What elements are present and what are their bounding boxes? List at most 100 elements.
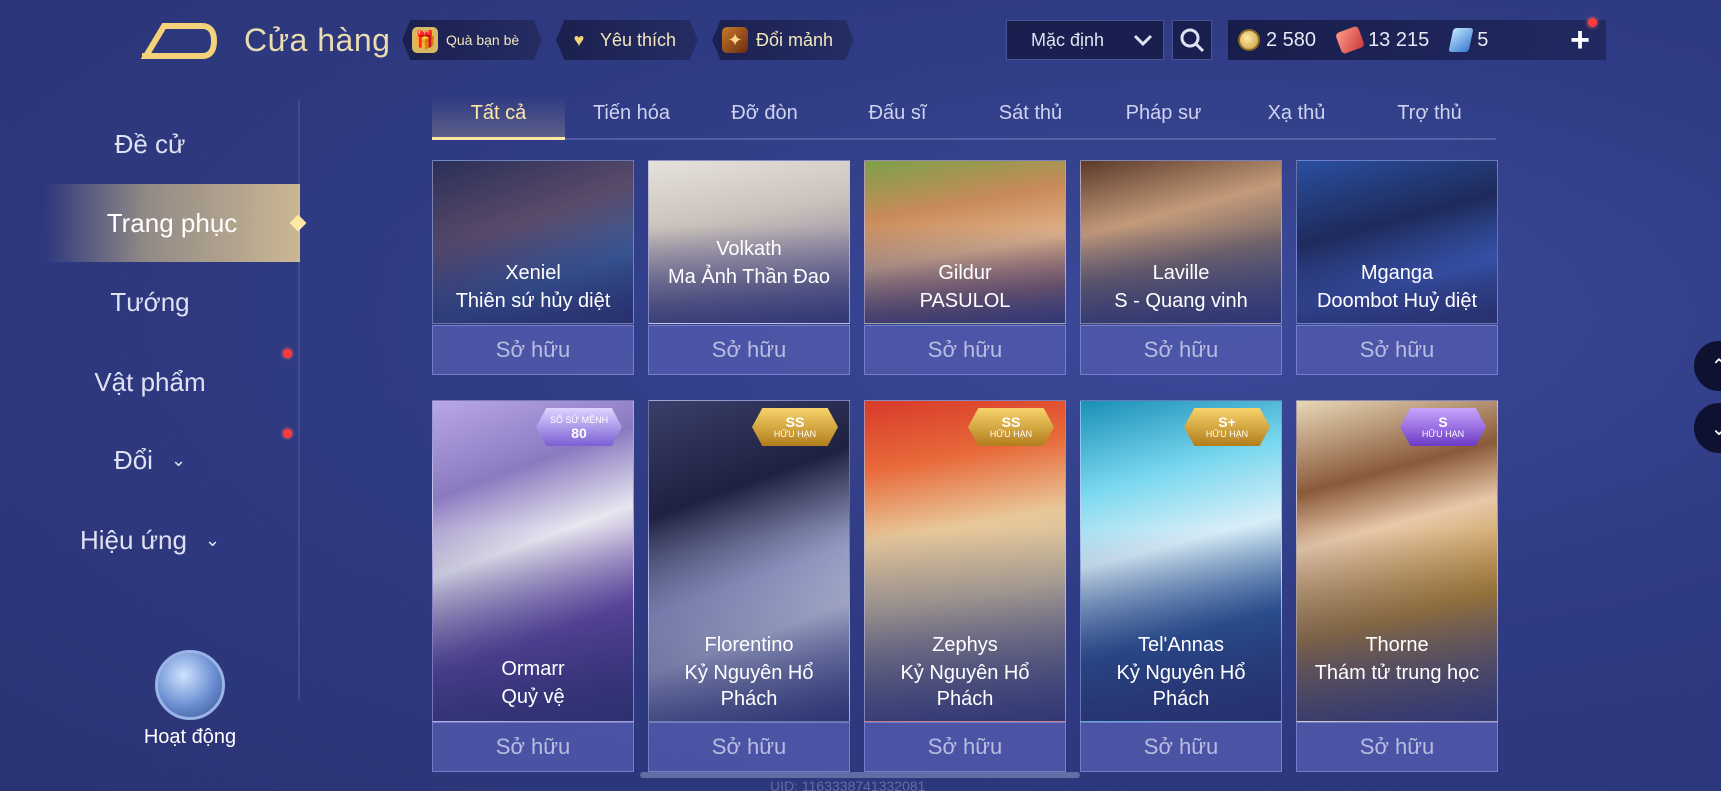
skin-card[interactable]: SS HỮU HẠN Florentino Kỷ Nguyên Hổ Phách… [648, 400, 850, 772]
sidebar-item-skins[interactable]: Trang phục [44, 184, 300, 262]
owned-status: Sở hữu [648, 722, 850, 772]
sidebar-item-items[interactable]: Vật phẩm [0, 352, 300, 412]
skin-card[interactable]: SỔ SỨ MỆNH 80 Ormarr Quỷ vệ Sở hữu [432, 400, 634, 772]
tab-mage[interactable]: Pháp sư [1097, 96, 1230, 138]
activity-button[interactable]: Hoạt động [130, 650, 250, 760]
rarity-badge: S+ HỮU HẠN [1184, 408, 1270, 446]
owned-label: Sở hữu [711, 337, 787, 362]
badge-title: 80 [571, 424, 587, 441]
skin-card[interactable]: Mganga Doombot Huỷ diệt Sở hữu [1296, 160, 1498, 375]
hero-name: Ormarr [501, 658, 565, 680]
skin-card[interactable]: Xeniel Thiên sứ hủy diệt Sở hữu [432, 160, 634, 375]
tab-label: Đấu sĩ [868, 102, 927, 124]
skin-card[interactable]: Volkath Ma Ảnh Thần Đao Sở hữu [648, 160, 850, 375]
owned-status: Sở hữu [1080, 722, 1282, 772]
gift-icon: 🎁 [412, 27, 438, 53]
badge-subtitle: HỮU HẠN [773, 428, 817, 439]
skin-card[interactable]: Gildur PASULOL Sở hữu [864, 160, 1066, 375]
owned-label: Sở hữu [927, 734, 1003, 759]
skin-name: Kỷ Nguyên Hổ Phách [1116, 662, 1246, 710]
tab-marksman[interactable]: Xạ thủ [1230, 96, 1363, 138]
owned-status: Sở hữu [864, 325, 1066, 375]
owned-status: Sở hữu [648, 325, 850, 375]
exchange-fragments-button[interactable]: ✦ Đổi mảnh [712, 20, 854, 60]
hero-name: Zephys [932, 634, 998, 656]
skin-name: Thiên sứ hủy diệt [455, 290, 611, 312]
tab-label: Tất cả [470, 102, 527, 124]
skin-name: Thám tử trung học [1314, 662, 1480, 684]
chevron-down-icon: ⌄ [170, 449, 187, 470]
activity-icon [155, 650, 225, 720]
tab-label: Trợ thủ [1397, 102, 1462, 124]
sidebar-item-featured[interactable]: Đề cử [0, 114, 300, 174]
voucher-icon [1335, 25, 1366, 55]
hero-name: Tel'Annas [1137, 634, 1225, 656]
skin-name: PASULOL [919, 290, 1011, 312]
skin-name: Kỷ Nguyên Hổ Phách [684, 662, 814, 710]
sidebar-item-effects[interactable]: Hiệu ứng ⌄ [0, 510, 300, 570]
scroll-down-button[interactable]: ⌄ [1694, 403, 1721, 453]
owned-label: Sở hữu [495, 734, 571, 759]
tab-assassin[interactable]: Sát thủ [964, 96, 1097, 138]
page-title: Cửa hàng [244, 22, 391, 58]
tab-label: Sát thủ [998, 102, 1063, 124]
owned-label: Sở hữu [495, 337, 571, 362]
sidebar-item-heroes[interactable]: Tướng [0, 272, 300, 332]
hero-name: Xeniel [505, 262, 561, 284]
owned-status: Sở hữu [432, 325, 634, 375]
sidebar-item-exchange[interactable]: Đổi ⌄ [0, 430, 300, 490]
chevron-down-icon: ⌄ [204, 529, 221, 550]
tab-label: Đỡ đòn [731, 102, 798, 124]
chevron-up-icon: ⌃ [1710, 355, 1721, 378]
currency-bar: 2 580 13 215 5 [1228, 20, 1606, 60]
skin-card[interactable]: S HỮU HẠN Thorne Thám tử trung học Sở hữ… [1296, 400, 1498, 772]
badge-subtitle: HỮU HẠN [1421, 428, 1465, 439]
badge-subtitle: SỔ SỨ MỆNH [549, 414, 609, 425]
hero-name: Mganga [1360, 262, 1434, 284]
voucher-currency: 13 215 [1335, 25, 1429, 55]
notification-dot [1588, 18, 1597, 27]
back-arrow-icon [140, 23, 218, 59]
search-icon [1180, 28, 1205, 53]
plus-icon: + [1570, 20, 1590, 59]
activity-label: Hoạt động [143, 726, 237, 748]
owned-label: Sở hữu [1143, 337, 1219, 362]
skin-card[interactable]: S+ HỮU HẠN Tel'Annas Kỷ Nguyên Hổ Phách … [1080, 400, 1282, 772]
gold-currency: 2 580 [1238, 29, 1316, 52]
gold-coin-icon [1238, 29, 1260, 51]
badge-title: SS [785, 413, 805, 430]
sidebar-item-label: Vật phẩm [94, 366, 206, 397]
badge-subtitle: HỮU HẠN [1205, 428, 1249, 439]
sidebar-item-label: Đề cử [114, 128, 186, 159]
back-button[interactable] [140, 16, 220, 62]
owned-status: Sở hữu [864, 722, 1066, 772]
sidebar-item-label: Tướng [110, 286, 190, 317]
battle-pass-badge: SỔ SỨ MỆNH 80 [536, 408, 622, 446]
scroll-up-button[interactable]: ⌃ [1694, 341, 1721, 391]
tab-warrior[interactable]: Đấu sĩ [831, 96, 964, 138]
friends-gift-button[interactable]: 🎁 Quà bạn bè [402, 20, 542, 60]
sidebar-item-label: Hiệu ứng [79, 524, 187, 555]
skin-card[interactable]: Laville S - Quang vinh Sở hữu [1080, 160, 1282, 375]
gem-amount: 5 [1477, 28, 1489, 51]
skin-card[interactable]: SS HỮU HẠN Zephys Kỷ Nguyên Hổ Phách Sở … [864, 400, 1066, 772]
tab-all[interactable]: Tất cả [432, 96, 565, 140]
tab-tank[interactable]: Đỡ đòn [698, 96, 831, 138]
tab-support[interactable]: Trợ thủ [1363, 96, 1496, 138]
skin-name: S - Quang vinh [1114, 290, 1248, 312]
exchange-fragments-label: Đổi mảnh [756, 29, 834, 50]
gem-icon [1448, 28, 1474, 52]
skin-name: Quỷ vệ [501, 686, 565, 708]
heart-icon: ♥ [573, 29, 585, 50]
items-notification-dot [283, 349, 292, 358]
top-bar: Cửa hàng 🎁 Quà bạn bè ♥ Yêu thích ✦ Đổi … [0, 0, 1721, 80]
search-button[interactable] [1172, 20, 1212, 60]
hero-name: Florentino [704, 634, 794, 656]
tab-label: Xạ thủ [1267, 102, 1326, 124]
sort-dropdown[interactable]: Mặc định [1006, 20, 1164, 60]
tab-evolution[interactable]: Tiến hóa [565, 96, 698, 138]
favorites-button[interactable]: ♥ Yêu thích [556, 20, 698, 60]
owned-label: Sở hữu [1143, 734, 1219, 759]
badge-title: S+ [1218, 413, 1236, 430]
chevron-down-icon: ⌄ [1710, 417, 1721, 440]
